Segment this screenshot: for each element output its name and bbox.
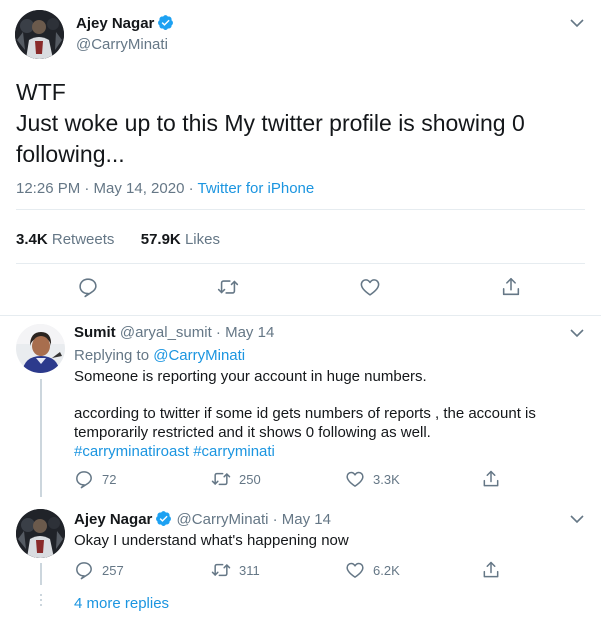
divider	[16, 209, 585, 210]
tweet-timestamp: 12:26 PM · May 14, 2020 · Twitter for iP…	[16, 180, 314, 197]
verified-icon	[156, 511, 172, 526]
more-replies-link[interactable]: 4 more replies	[74, 595, 169, 612]
reply-text: Someone is reporting your account in hug…	[74, 367, 564, 461]
hashtags[interactable]: #carryminatiroast #carryminati	[74, 442, 564, 461]
divider	[0, 315, 601, 316]
avatar[interactable]	[16, 509, 65, 558]
avatar[interactable]	[16, 324, 65, 373]
reply-icon	[76, 562, 92, 580]
thread-dot	[40, 594, 42, 596]
thread-line	[40, 379, 42, 497]
tweet-text-line: WTF	[16, 79, 66, 105]
author-handle[interactable]: @CarryMinati	[76, 36, 168, 53]
thread-line	[40, 563, 42, 585]
reply-count: 257	[102, 563, 124, 578]
likes-count: 57.9K	[140, 231, 181, 248]
tweet-client[interactable]: Twitter for iPhone	[198, 180, 315, 197]
reply-count: 72	[102, 472, 117, 487]
like-icon	[346, 562, 364, 578]
author-handle[interactable]: @CarryMinati · May 14	[177, 511, 331, 528]
tweet-stats: 3.4K Retweets 57.9K Likes	[16, 231, 220, 248]
chevron-down-icon[interactable]	[570, 328, 584, 338]
divider	[16, 263, 585, 264]
chevron-down-icon[interactable]	[570, 18, 584, 28]
like-count: 6.2K	[373, 563, 400, 578]
retweet-icon	[211, 563, 231, 577]
retweets-stat[interactable]: 3.4K Retweets	[16, 231, 114, 248]
replying-to-label: Replying to	[74, 347, 154, 364]
reply-header: Sumit @aryal_sumit · May 14	[74, 324, 274, 341]
tweet-text: WTF Just woke up to this My twitter prof…	[16, 77, 576, 170]
reply-icon[interactable]	[77, 276, 99, 298]
like-icon[interactable]	[359, 276, 381, 298]
share-icon[interactable]	[481, 469, 501, 489]
main-tweet: Ajey Nagar @CarryMinati WTF Just woke up…	[0, 0, 601, 316]
likes-stat[interactable]: 57.9K Likes	[141, 231, 220, 248]
thread-dot	[40, 604, 42, 606]
author-name[interactable]: Ajey Nagar	[74, 511, 152, 528]
author-name[interactable]: Ajey Nagar	[76, 14, 174, 32]
thread-dot	[40, 599, 42, 601]
share-icon[interactable]	[481, 560, 501, 580]
retweet-count: 311	[239, 563, 260, 578]
retweet-icon[interactable]	[217, 276, 239, 298]
like-icon	[346, 471, 364, 487]
tweet-time[interactable]: 12:26 PM · May 14, 2020 ·	[16, 180, 198, 197]
share-icon[interactable]	[500, 276, 522, 298]
tweet-text-line: Just woke up to this My twitter profile …	[16, 110, 525, 167]
author-name-text[interactable]: Ajey Nagar	[76, 15, 154, 32]
author-name[interactable]: Sumit	[74, 324, 116, 341]
reply-icon	[76, 471, 92, 489]
likes-label: Likes	[184, 231, 220, 248]
reply-text-line: according to twitter if some id gets num…	[74, 405, 536, 441]
reply-text-line: Someone is reporting your account in hug…	[74, 368, 427, 385]
author-handle[interactable]: @aryal_sumit · May 14	[120, 324, 274, 341]
avatar[interactable]	[15, 10, 64, 59]
replying-to-link[interactable]: @CarryMinati	[153, 347, 245, 364]
chevron-down-icon[interactable]	[570, 514, 584, 524]
like-count: 3.3K	[373, 472, 400, 487]
replying-to: Replying to @CarryMinati	[74, 346, 245, 365]
verified-icon	[158, 15, 174, 30]
retweet-count: 250	[239, 472, 261, 487]
retweets-label: Retweets	[51, 231, 115, 248]
reply-header: Ajey Nagar @CarryMinati · May 14	[74, 510, 331, 528]
retweets-count: 3.4K	[16, 231, 48, 248]
retweet-icon	[211, 472, 231, 486]
reply-text: Okay I understand what's happening now	[74, 532, 349, 549]
